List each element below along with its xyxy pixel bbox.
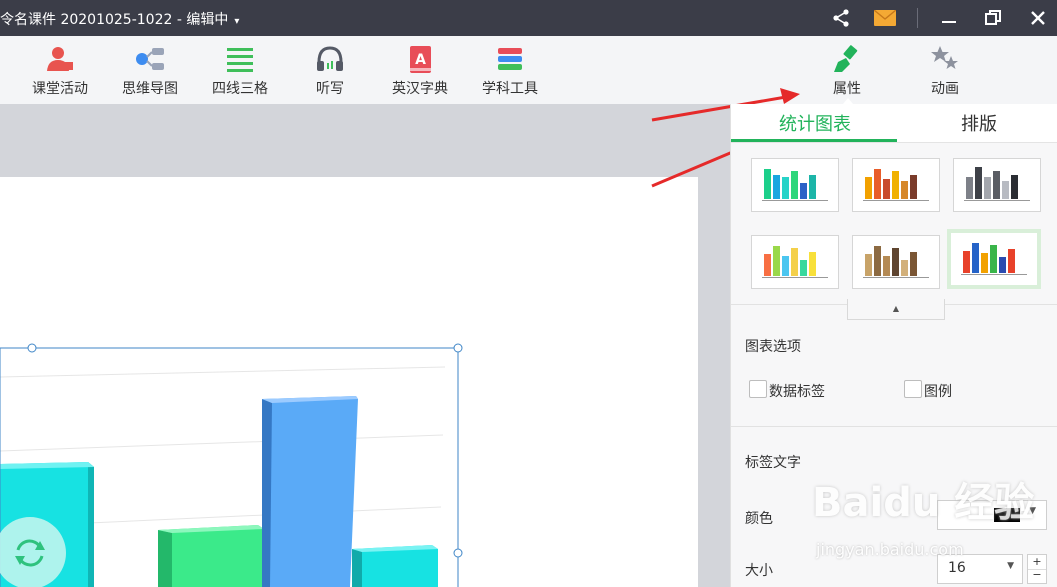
chart-style-1[interactable] bbox=[751, 158, 839, 212]
tool-label: 学科工具 bbox=[482, 81, 538, 97]
tool-mind-map[interactable]: 思维导图 bbox=[105, 44, 195, 98]
tool-label: 四线三格 bbox=[212, 81, 268, 97]
tool-dictionary[interactable]: A 英汉字典 bbox=[375, 44, 465, 98]
brush-icon bbox=[832, 44, 862, 74]
svg-text:A: A bbox=[415, 52, 426, 68]
collapse-styles-button[interactable]: ▲ bbox=[847, 299, 945, 320]
tool-label: 听写 bbox=[316, 81, 344, 97]
chart-bar[interactable] bbox=[262, 396, 358, 587]
divider bbox=[731, 426, 1057, 427]
mind-map-icon bbox=[135, 44, 165, 74]
chevron-up-icon: ▲ bbox=[892, 304, 900, 313]
subject-tools-icon bbox=[495, 44, 525, 74]
tab-chart[interactable]: 统计图表 bbox=[779, 110, 851, 136]
legend-label: 图例 bbox=[924, 384, 952, 400]
dictionary-icon: A bbox=[405, 44, 435, 74]
restore-icon[interactable] bbox=[981, 6, 1005, 30]
decrease-icon[interactable]: − bbox=[1028, 569, 1046, 583]
tool-label: 英汉字典 bbox=[392, 81, 448, 97]
chart-style-6[interactable] bbox=[947, 229, 1041, 289]
resize-handle[interactable] bbox=[453, 548, 463, 558]
active-tab-underline bbox=[731, 139, 897, 142]
tool-four-line-grid[interactable]: 四线三格 bbox=[195, 44, 285, 98]
tool-label: 课堂活动 bbox=[32, 81, 88, 97]
tab-layout[interactable]: 排版 bbox=[961, 110, 997, 136]
dictation-headphones-icon bbox=[315, 44, 345, 74]
toolbar: 课堂活动 思维导图 四线三格 听写 A 英汉字典 学科工具 属性 动画 bbox=[0, 36, 1057, 105]
data-labels-checkbox[interactable] bbox=[749, 380, 767, 398]
chart-options-title: 图表选项 bbox=[745, 339, 801, 355]
gridline bbox=[0, 434, 444, 452]
chevron-down-icon[interactable]: ▾ bbox=[234, 16, 239, 27]
resize-handle[interactable] bbox=[453, 343, 463, 353]
legend-checkbox[interactable] bbox=[904, 380, 922, 398]
minimize-icon[interactable] bbox=[937, 6, 961, 30]
tool-subject-tools[interactable]: 学科工具 bbox=[465, 44, 555, 98]
mail-icon[interactable] bbox=[873, 6, 897, 30]
tool-label: 思维导图 bbox=[122, 81, 178, 97]
size-label: 大小 bbox=[745, 563, 773, 579]
chart-bar[interactable] bbox=[158, 525, 264, 587]
window-title[interactable]: 令名课件 20201025-1022 - 编辑中 ▾ bbox=[0, 9, 239, 29]
close-icon[interactable] bbox=[1026, 6, 1050, 30]
chart-style-5[interactable] bbox=[852, 235, 940, 289]
four-line-grid-icon bbox=[225, 44, 255, 74]
gridline bbox=[0, 366, 446, 378]
tool-dictation[interactable]: 听写 bbox=[285, 44, 375, 98]
data-labels-label: 数据标签 bbox=[769, 384, 825, 400]
share-icon[interactable] bbox=[829, 6, 853, 30]
chart-style-3[interactable] bbox=[953, 158, 1041, 212]
title-bar: 令名课件 20201025-1022 - 编辑中 ▾ bbox=[0, 0, 1057, 36]
resize-handle[interactable] bbox=[27, 343, 37, 353]
color-label: 颜色 bbox=[745, 511, 773, 527]
font-size-value: 16 bbox=[948, 560, 966, 576]
tool-label: 属性 bbox=[833, 81, 861, 97]
tool-properties[interactable]: 属性 bbox=[802, 44, 892, 98]
stars-icon bbox=[930, 44, 960, 74]
classroom-activity-icon bbox=[45, 44, 75, 74]
chart-style-2[interactable] bbox=[852, 158, 940, 212]
watermark-url: jingyan.baidu.com bbox=[816, 540, 964, 559]
tool-classroom-activity[interactable]: 课堂活动 bbox=[15, 44, 105, 98]
font-size-stepper[interactable]: + − bbox=[1027, 554, 1047, 584]
slide[interactable] bbox=[0, 177, 698, 587]
tool-label: 动画 bbox=[931, 81, 959, 97]
title-divider bbox=[917, 8, 918, 28]
chart-style-4[interactable] bbox=[751, 235, 839, 289]
panel-tabs: 统计图表 排版 bbox=[731, 104, 1057, 143]
chart-bar[interactable] bbox=[352, 545, 438, 587]
watermark-logo: Baidu 经验 bbox=[812, 480, 1035, 526]
chevron-down-icon: ▼ bbox=[1007, 561, 1014, 571]
window-title-text: 令名课件 20201025-1022 - 编辑中 bbox=[0, 12, 229, 28]
chart-object[interactable] bbox=[0, 177, 698, 587]
label-text-title: 标签文字 bbox=[745, 455, 801, 471]
canvas-area bbox=[0, 104, 730, 587]
tool-animation[interactable]: 动画 bbox=[900, 44, 990, 98]
